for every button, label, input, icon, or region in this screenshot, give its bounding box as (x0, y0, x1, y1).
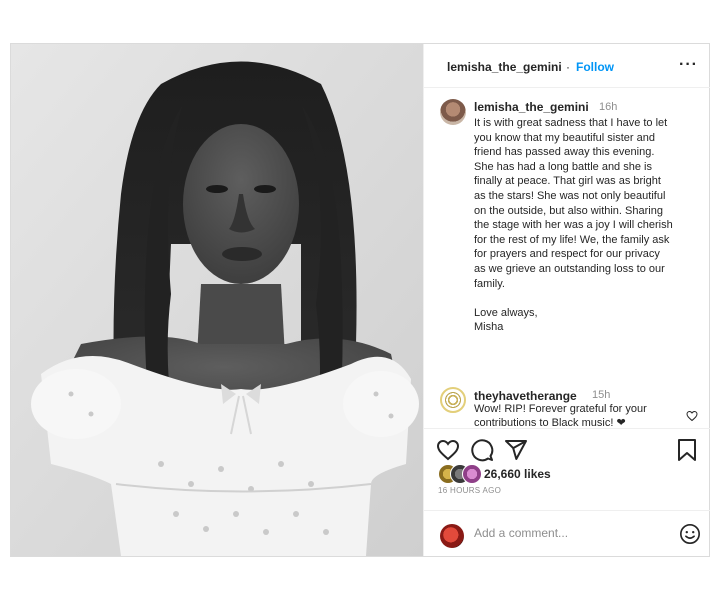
caption-username[interactable]: lemisha_the_gemini (474, 100, 589, 114)
comment-line: contributions to Black music! ❤ (474, 417, 626, 428)
caption-line: the stage with her was a joy I will cher… (474, 219, 673, 232)
bookmark-icon[interactable] (676, 438, 698, 467)
emoji-icon[interactable] (679, 523, 701, 550)
caption-line: you know that my beautiful sister and (474, 131, 655, 144)
caption-signoff: Misha (474, 321, 504, 334)
heart-icon[interactable] (436, 438, 460, 467)
follow-button[interactable]: Follow (576, 60, 614, 74)
caption-line: for prayers and respect for our privacy (474, 248, 660, 261)
caption-line: finally at peace. That girl was as brigh… (474, 175, 661, 188)
post-sidebar: lemisha_the_gemini · Follow ··· lemisha_… (423, 44, 710, 556)
caption-text: It is with great sadness that I have to … (474, 116, 704, 335)
portrait-image (11, 44, 423, 556)
caption-line: family. (474, 277, 505, 290)
caption-line: for the rest of my life! We, the family … (474, 233, 670, 246)
add-comment-bar: Add a comment... (424, 510, 710, 556)
comment-icon[interactable] (470, 438, 494, 467)
caption-line: She has had a long battle and she is (474, 160, 652, 173)
header-separator: · (566, 60, 570, 74)
caption-signoff: Love always, (474, 306, 538, 319)
more-options-button[interactable]: ··· (679, 56, 698, 74)
avatar (462, 464, 482, 484)
share-icon[interactable] (504, 438, 528, 467)
comment-line: Wow! RIP! Forever grateful for your (474, 403, 647, 415)
likes-count[interactable]: 26,660 likes (484, 467, 551, 481)
add-comment-input[interactable]: Add a comment... (474, 526, 568, 540)
caption-avatar[interactable] (440, 99, 466, 125)
caption-line: It is with great sadness that I have to … (474, 117, 668, 129)
avatar (440, 524, 464, 548)
comment-username[interactable]: theyhavetherange (474, 389, 577, 403)
header-username[interactable]: lemisha_the_gemini (447, 60, 562, 74)
caption-line: friend has passed away this evening. (474, 146, 655, 159)
post-photo (11, 44, 423, 556)
caption-line: on the outside, but also within. Sharing (474, 204, 663, 217)
comment-text: Wow! RIP! Forever grateful for your cont… (474, 402, 684, 428)
comment-avatar[interactable] (440, 387, 466, 413)
liked-by-avatars[interactable] (438, 464, 482, 484)
comment-like-heart-icon[interactable] (686, 409, 698, 427)
instagram-post: lemisha_the_gemini · Follow ··· lemisha_… (10, 43, 710, 557)
caption-line: as we grieve an outstanding loss to our (474, 262, 665, 275)
comment-time: 15h (592, 389, 611, 401)
caption-line: as the stars! She was not only beautiful (474, 189, 666, 202)
caption-time: 16h (599, 101, 618, 113)
post-timestamp: 16 HOURS AGO (438, 486, 502, 495)
post-header: lemisha_the_gemini · Follow ··· (424, 44, 710, 88)
